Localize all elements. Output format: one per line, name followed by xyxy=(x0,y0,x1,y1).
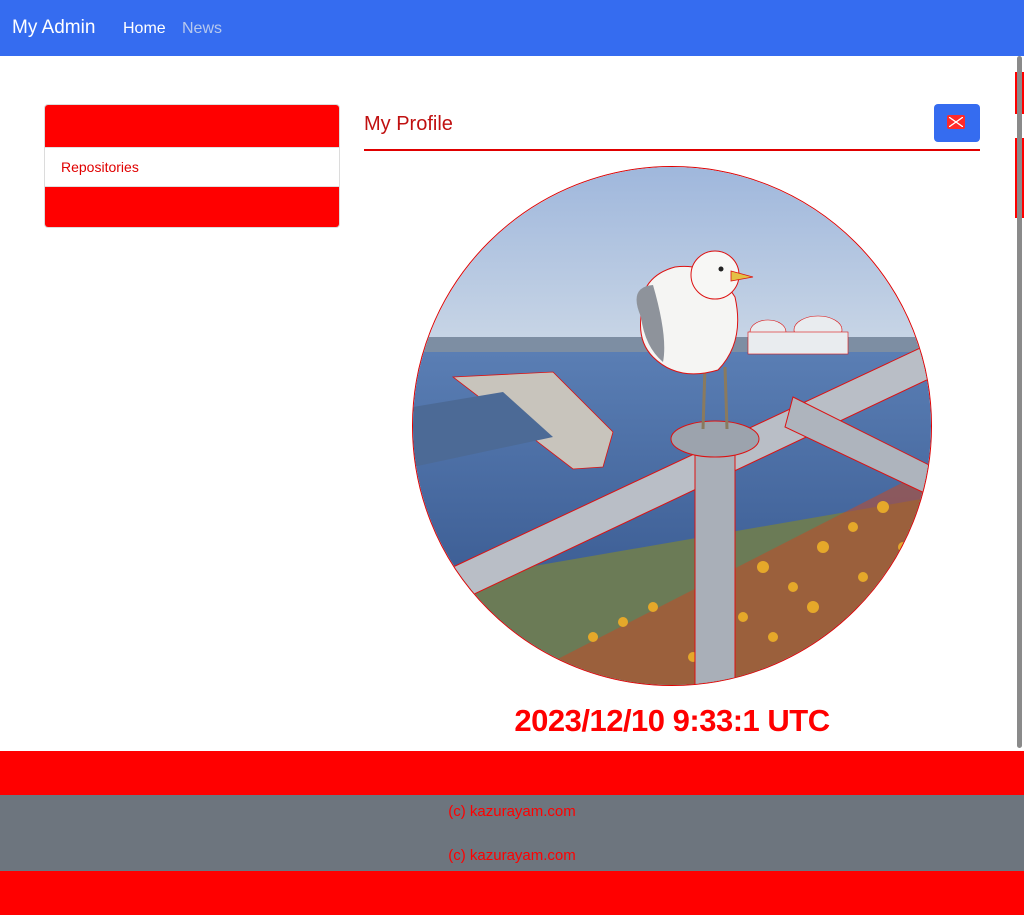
footer-top-band xyxy=(0,751,1024,795)
footer-copyright: (c) kazurayam.com xyxy=(448,847,576,864)
sidebar-item-first[interactable] xyxy=(45,105,339,147)
page-title: My Profile xyxy=(364,113,453,135)
sidebar-item-third[interactable] xyxy=(45,187,339,227)
sidebar-item-repositories[interactable]: Repositories xyxy=(45,147,339,187)
footer-copyright: (c) kazurayam.com xyxy=(448,803,576,820)
footer-bottom-band xyxy=(0,871,1024,915)
title-divider xyxy=(364,149,980,151)
top-navbar: My Admin Home News xyxy=(0,0,1024,56)
scrollbar-top-segment xyxy=(1015,0,1024,56)
envelope-icon xyxy=(947,115,965,129)
scrollbar-thumb[interactable] xyxy=(1017,56,1022,748)
timestamp-label: 2023/12/10 9:33:1 UTC xyxy=(514,703,830,738)
mail-button[interactable] xyxy=(934,104,980,142)
sidebar-menu: Repositories xyxy=(44,104,340,228)
sidebar-item-label: Repositories xyxy=(61,159,139,175)
nav-home-link[interactable]: Home xyxy=(123,19,166,39)
seagull-photo-illustration xyxy=(413,167,931,685)
profile-photo xyxy=(412,166,932,686)
nav-news-link[interactable]: News xyxy=(182,19,222,39)
brand-link[interactable]: My Admin xyxy=(12,15,95,41)
